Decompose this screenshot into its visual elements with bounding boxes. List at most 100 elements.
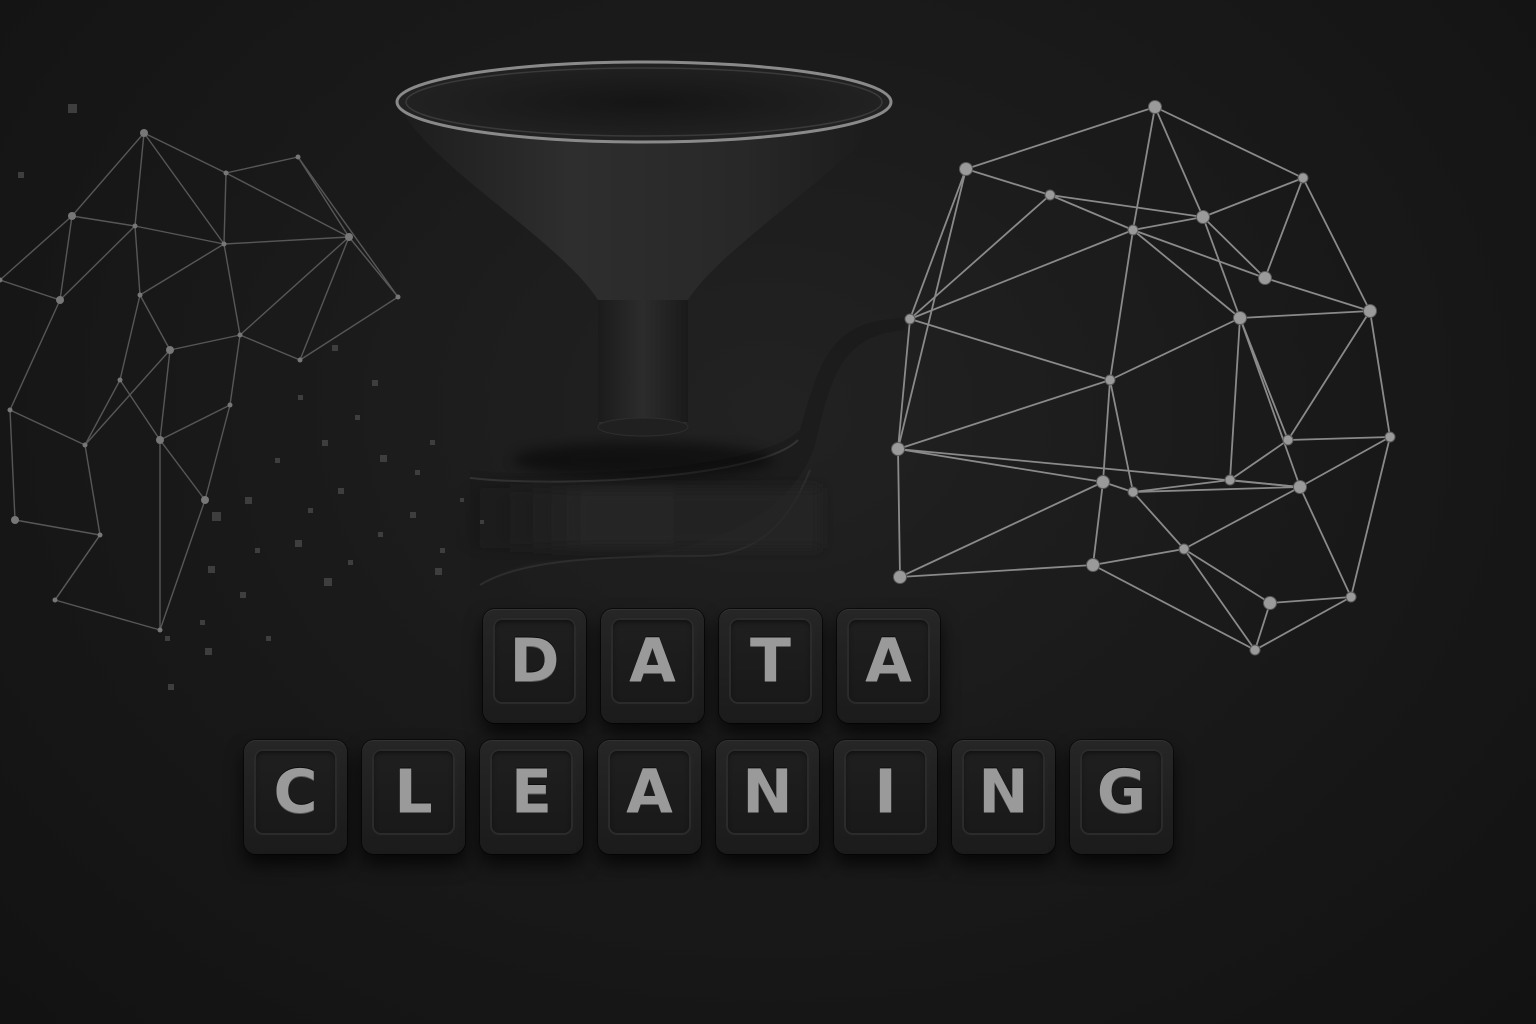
network-node (1233, 311, 1247, 325)
network-node (1127, 224, 1139, 236)
network-node (227, 402, 233, 408)
network-edge (223, 172, 227, 245)
network-edge (965, 168, 1051, 196)
letter-tile-face: I (844, 749, 927, 835)
letter-tile-face: A (611, 618, 694, 704)
data-particle (348, 560, 353, 565)
network-edge (1109, 229, 1134, 381)
network-edge (1264, 277, 1371, 312)
network-edge (348, 236, 399, 298)
letter-tile-face: L (372, 749, 455, 835)
network-edge (143, 132, 225, 245)
data-cleaning-illustration: DATA CLEANING (0, 0, 1536, 1024)
data-particle (245, 497, 252, 504)
network-edge (1287, 310, 1371, 441)
network-node (97, 532, 103, 538)
network-edge (1202, 177, 1304, 218)
network-edge (119, 294, 141, 381)
network-edge (1302, 177, 1371, 312)
network-node (1096, 475, 1110, 489)
network-node (140, 129, 148, 137)
tile-letter: T (750, 626, 791, 696)
network-node (1297, 172, 1309, 184)
data-particle (275, 458, 280, 463)
network-edge (159, 439, 206, 501)
data-particle (440, 548, 445, 553)
network-edge (0, 279, 61, 301)
network-edge (59, 225, 136, 301)
network-node (1148, 100, 1162, 114)
network-edge (59, 215, 73, 301)
network-node (1249, 644, 1261, 656)
data-particle (460, 498, 464, 502)
letter-tile: I (834, 740, 937, 854)
data-particles-icon (18, 104, 484, 690)
network-node (1263, 596, 1277, 610)
network-edge (239, 236, 350, 336)
network-edge (1229, 479, 1301, 488)
tile-letter: L (394, 757, 433, 827)
network-edge (159, 499, 206, 631)
network-node (56, 296, 64, 304)
data-particle (308, 508, 313, 513)
network-node (1384, 431, 1396, 443)
illustration-artwork (0, 60, 1396, 690)
data-particle (68, 104, 77, 113)
network-node (1044, 189, 1056, 201)
network-edge (54, 599, 161, 631)
network-edge (1092, 481, 1104, 566)
headline-line-2: CLEANING (244, 740, 1173, 854)
network-node (395, 294, 401, 300)
network-edge (299, 296, 399, 361)
network-edge (297, 156, 399, 298)
network-edge (119, 379, 161, 441)
data-particle (415, 470, 420, 475)
letter-tile-face: E (490, 749, 573, 835)
tile-letter: C (273, 757, 318, 827)
data-particle (322, 440, 328, 446)
network-edge (223, 243, 241, 336)
network-node (1224, 474, 1236, 486)
network-edge (1229, 439, 1289, 481)
network-edge (134, 225, 141, 296)
network-edge (71, 132, 145, 217)
network-node (223, 170, 229, 176)
data-particle (200, 620, 205, 625)
network-node (52, 597, 58, 603)
data-particle (380, 455, 387, 462)
network-edge (897, 379, 1111, 450)
network-edge (909, 194, 1051, 320)
network-edge (71, 215, 136, 227)
data-particle (355, 415, 360, 420)
network-edge (1049, 194, 1204, 218)
data-particle (165, 636, 170, 641)
data-particle (480, 520, 484, 524)
tile-letter: E (511, 757, 552, 827)
letter-tile-face: A (847, 618, 930, 704)
tile-letter: A (629, 626, 676, 696)
messy-network-nodes (0, 129, 401, 633)
network-node (1104, 374, 1116, 386)
network-node (221, 241, 227, 247)
letter-tile: L (362, 740, 465, 854)
letter-tile: T (719, 609, 822, 723)
network-edge (965, 106, 1156, 170)
letter-tile-face: N (962, 749, 1045, 835)
network-edge (1229, 317, 1241, 481)
network-node (1363, 304, 1377, 318)
network-edge (899, 481, 1104, 578)
network-node (166, 346, 174, 354)
data-particle (208, 566, 215, 573)
network-node (295, 154, 301, 160)
network-edge (297, 156, 350, 238)
network-edge (1132, 106, 1156, 231)
letter-tile: A (598, 740, 701, 854)
data-particle (378, 532, 383, 537)
network-edge (1183, 548, 1271, 604)
network-edge (0, 215, 73, 281)
network-edge (139, 294, 171, 351)
network-node (1127, 486, 1139, 498)
letter-tile-face: D (493, 618, 576, 704)
network-node (1345, 591, 1357, 603)
data-particle (435, 568, 442, 575)
